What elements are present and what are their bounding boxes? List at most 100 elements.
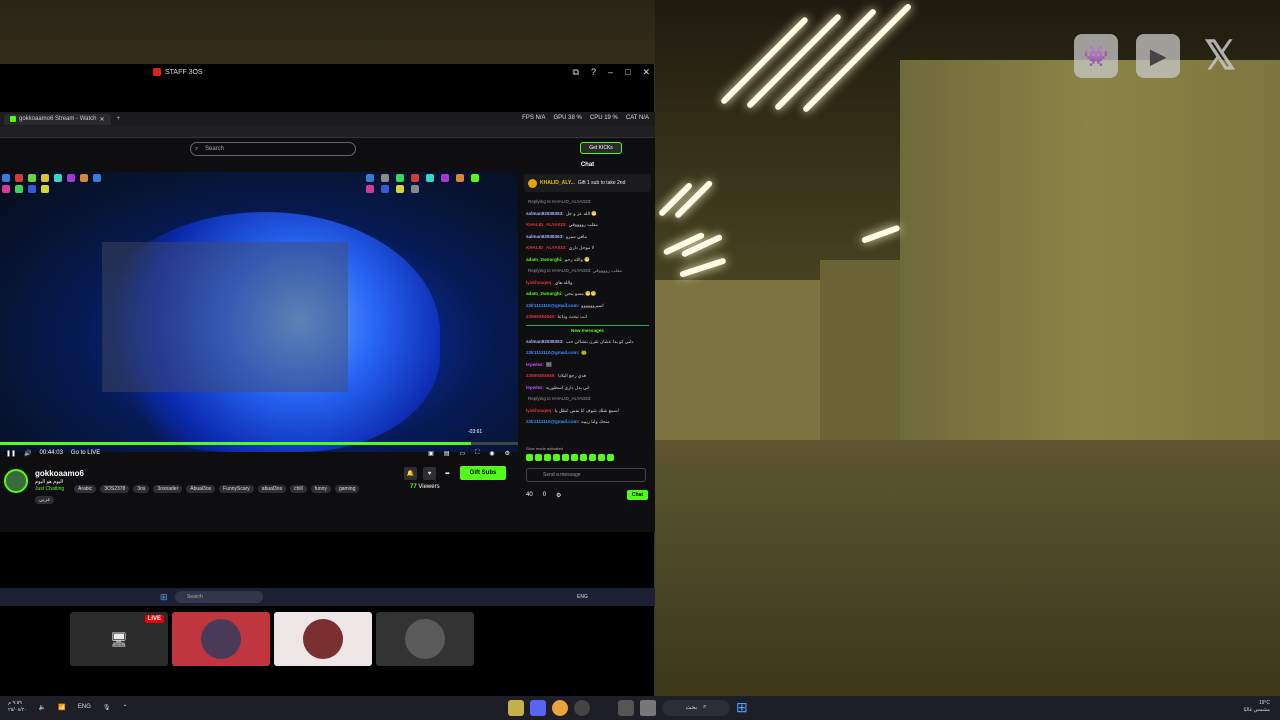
stream-category[interactable]: Just Chatting	[35, 486, 64, 492]
help-icon[interactable]: ?	[591, 67, 596, 78]
task-view-icon[interactable]	[618, 699, 634, 716]
tag[interactable]: 3OS2378	[100, 485, 130, 493]
viewer-count-label: Viewers	[418, 484, 440, 490]
settings-icon[interactable]: ⚙	[505, 450, 510, 457]
chat-username[interactable]: KHALID_ALYA033:	[526, 245, 567, 250]
maximize-button[interactable]: □	[625, 67, 630, 78]
chat-username[interactable]: lyakhoaqeq:	[526, 280, 553, 285]
new-tab-button[interactable]: +	[117, 116, 121, 122]
tab-close-icon[interactable]: ✕	[99, 116, 104, 123]
tag[interactable]: funny	[310, 485, 331, 493]
taskbar-search[interactable]: بحث ⌕	[662, 699, 730, 716]
fullscreen-icon[interactable]: ⛶	[475, 450, 479, 457]
weather-widget[interactable]: 19°C مشمس غالبًا	[1244, 700, 1271, 714]
chat-username[interactable]: salman82838363:	[526, 234, 564, 239]
channel-avatar[interactable]	[4, 469, 28, 493]
tag[interactable]: 3os	[133, 485, 150, 493]
emote-icon[interactable]	[553, 454, 560, 461]
chat-message: salman82838363: الله عز و جل 😁	[526, 208, 649, 220]
chat-username[interactable]: z3lr1111110@gmail.com:	[526, 350, 579, 355]
emote-icon[interactable]	[535, 454, 542, 461]
wifi-icon[interactable]: 📶	[58, 704, 65, 711]
volume-icon[interactable]: 🔈	[39, 704, 46, 711]
chat-username[interactable]: 23559384949:	[526, 314, 556, 319]
chat-username[interactable]: salman82838363:	[526, 339, 564, 344]
taskbar-app-icon[interactable]	[530, 699, 546, 716]
chat-message: lepwlez: 🖼	[526, 359, 649, 371]
share-icon[interactable]: ➦	[441, 467, 454, 480]
tag[interactable]: 3osnader	[153, 485, 183, 493]
taskbar-lang[interactable]: ENG	[78, 704, 91, 710]
chat-username[interactable]: lyakhoaqeq:	[526, 408, 553, 413]
clip-icon[interactable]: ▣	[428, 450, 434, 457]
chat-username[interactable]: salman82838363:	[526, 211, 564, 216]
chat-username[interactable]: z3lr1111110@gmail.com:	[526, 419, 579, 424]
tag[interactable]: chill	[290, 485, 307, 493]
emote-icon[interactable]	[580, 454, 587, 461]
pin-icon[interactable]: ⧉	[573, 67, 579, 78]
tag[interactable]: gaming	[334, 485, 360, 493]
chat-username[interactable]: adam_2wourghi:	[526, 257, 563, 262]
browser-tab[interactable]: gokkoaamo6 Stream - Watch ✕	[4, 113, 111, 125]
camera-tile[interactable]	[376, 612, 474, 666]
quality-icon[interactable]: ◉	[489, 450, 494, 457]
desktop-icon	[471, 174, 479, 182]
tag[interactable]: abual3os	[257, 485, 287, 493]
chevron-up-icon[interactable]: ⌃	[123, 704, 128, 711]
camera-tile[interactable]: LIVE 🖥	[70, 612, 168, 666]
chat-message: lyakhoaqeq: اسمع شلك شوف انا نفس انظل يا	[526, 405, 649, 417]
chat-input[interactable]: Send a message	[526, 468, 646, 482]
chat-username[interactable]: lepwlez:	[526, 362, 544, 367]
chat-username[interactable]: lepwlez:	[526, 385, 544, 390]
pause-icon[interactable]: ❚❚	[6, 450, 16, 457]
address-bar[interactable]	[0, 126, 655, 138]
video-player[interactable]: -03:61	[0, 172, 518, 452]
pinned-username[interactable]: KHALID_ALY...	[540, 180, 575, 186]
minimize-button[interactable]: –	[608, 67, 613, 78]
kick-search-input[interactable]: ⌕ Search	[190, 142, 356, 156]
notification-bell-icon[interactable]: 🔔	[404, 467, 417, 480]
close-button[interactable]: ✕	[642, 67, 650, 78]
gift-subs-button[interactable]: Gift Subs	[460, 466, 506, 480]
chat-settings-icon[interactable]: ⚙	[556, 492, 561, 499]
theater-icon[interactable]: ▭	[459, 450, 465, 457]
tag[interactable]: عربي	[35, 496, 55, 504]
points-count[interactable]: 40	[526, 492, 533, 498]
go-live-button[interactable]: Go to LIVE	[71, 450, 100, 456]
camera-tile[interactable]	[274, 612, 372, 666]
widgets-icon[interactable]	[640, 699, 656, 716]
emote-icon[interactable]	[544, 454, 551, 461]
follow-heart-icon[interactable]: ♥	[423, 467, 436, 480]
pip-icon[interactable]: ▤	[444, 450, 450, 457]
chat-username[interactable]: z3lr1111110@gmail.com:	[526, 303, 579, 308]
emote-icon[interactable]	[571, 454, 578, 461]
seek-bar[interactable]	[0, 442, 518, 445]
camera-tile[interactable]	[172, 612, 270, 666]
tag[interactable]: Arabic	[74, 485, 97, 493]
channel-name[interactable]: gokkoaamo6	[35, 469, 84, 478]
start-icon[interactable]: ⊞	[160, 592, 168, 603]
stat-gpu: GPU 38 %	[553, 115, 582, 121]
get-kicks-button[interactable]: Get KICKs	[580, 142, 622, 154]
emote-icon[interactable]	[607, 454, 614, 461]
chat-send-button[interactable]: Chat	[626, 490, 648, 500]
tag[interactable]: FunnyScary	[219, 485, 254, 493]
desktop-icon	[15, 185, 23, 193]
desktop-icon	[456, 174, 464, 182]
emote-icon[interactable]	[562, 454, 569, 461]
inner-search-input[interactable]: Search	[175, 591, 263, 603]
chat-username[interactable]: KHALID_ALYA033:	[526, 222, 567, 227]
chrome-icon[interactable]	[552, 699, 568, 716]
emote-icon[interactable]	[598, 454, 605, 461]
start-icon[interactable]: ⊞	[736, 699, 748, 716]
emote-icon[interactable]	[526, 454, 533, 461]
taskbar-app-icon[interactable]	[596, 700, 612, 716]
taskbar-app-icon[interactable]	[508, 699, 524, 716]
taskbar-app-icon[interactable]	[574, 699, 590, 716]
emote-icon[interactable]	[589, 454, 596, 461]
volume-icon[interactable]: 🔊	[24, 450, 31, 457]
tag[interactable]: Abual3os	[186, 485, 216, 493]
mic-icon[interactable]: 🎙	[103, 704, 111, 711]
chat-username[interactable]: adam_2wourghi:	[526, 291, 563, 296]
chat-username[interactable]: 23559384949:	[526, 373, 556, 378]
